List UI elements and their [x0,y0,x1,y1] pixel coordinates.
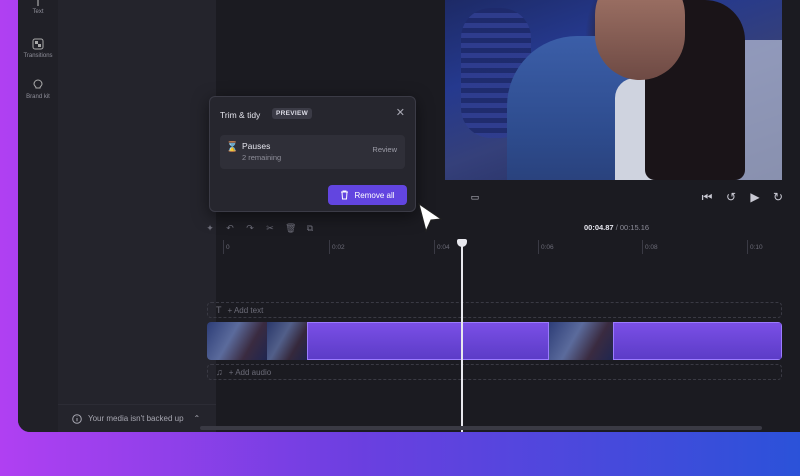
remove-all-button[interactable]: Remove all [328,185,407,205]
video-track[interactable] [207,322,782,360]
timeline-toolbar: ✦ ↶ ↷ ✂ 🗑 ⧉ [205,221,315,235]
mouse-cursor-icon [418,203,443,233]
text-icon [37,0,39,6]
split-icon[interactable]: ✂ [265,223,275,233]
preview-badge: PREVIEW [272,108,313,119]
magic-wand-icon[interactable]: ✦ [205,223,215,233]
timeline-scrollbar[interactable] [200,426,762,430]
timeline-ruler[interactable]: 0 0:02 0:04 0:06 0:08 0:10 [207,240,782,256]
captions-icon[interactable]: ▭ [467,189,483,205]
add-audio-label: + Add audio [228,367,272,377]
backup-text: Your media isn't backed up [88,414,184,423]
remove-all-label: Remove all [354,190,395,200]
play-icon[interactable]: ▶ [747,189,763,205]
video-clip-thumbnail[interactable] [207,322,267,360]
pauses-remaining: 2 remaining [242,153,282,162]
text-track[interactable]: T + Add text [207,302,782,318]
brand-kit-icon [33,79,43,89]
video-clip-thumbnail[interactable] [549,322,613,360]
ruler-tick: 0 [223,240,230,254]
total-time: / 00:15.16 [615,223,650,232]
video-preview[interactable] [445,0,782,180]
pause-highlight-clip[interactable] [307,322,549,360]
playback-controls: ▭ ⏮ ↺ ▶ ↻ [445,184,783,210]
video-clip-thumbnail[interactable] [267,322,307,360]
ruler-tick: 0:08 [642,240,658,254]
add-text-label: + Add text [227,305,264,315]
info-icon [72,413,82,424]
side-panel: Your media isn't backed up ⌃ [58,0,216,432]
trim-tidy-popup: Trim & tidy PREVIEW ✕ ⌛ Pauses 2 remaini… [209,96,416,212]
playhead[interactable] [461,242,463,432]
undo-icon[interactable]: ↶ [225,223,235,233]
rail-item-text[interactable]: Text [18,0,58,15]
forward-5-icon[interactable]: ↻ [770,189,786,205]
delete-icon[interactable]: 🗑 [285,223,296,233]
rewind-5-icon[interactable]: ↺ [723,189,739,205]
hourglass-icon: ⌛ [226,142,239,153]
redo-icon[interactable]: ↷ [245,223,255,233]
audio-track[interactable]: ♫ + Add audio [207,364,782,380]
rail-item-label: Transitions [23,53,53,59]
left-rail: Text Transitions Brand kit [18,0,58,432]
ruler-tick: 0:10 [747,240,763,254]
music-note-icon: ♫ [216,367,223,377]
skip-back-icon[interactable]: ⏮ [699,189,715,205]
ruler-tick: 0:02 [329,240,345,254]
trash-icon [341,190,349,200]
pauses-item[interactable]: ⌛ Pauses 2 remaining Review [220,135,405,169]
close-icon[interactable]: ✕ [396,106,405,119]
review-link[interactable]: Review [372,145,397,154]
pause-highlight-clip[interactable] [613,322,782,360]
timecode: 00:04.87 / 00:15.16 [584,223,649,232]
popup-title: Trim & tidy [220,110,261,120]
rail-item-transitions[interactable]: Transitions [18,38,58,59]
chevron-up-icon: ⌃ [193,414,201,423]
text-track-icon: T [216,305,222,315]
ruler-tick: 0:04 [434,240,450,254]
rail-item-brand-kit[interactable]: Brand kit [18,79,58,100]
transitions-icon [32,38,44,50]
backup-warning[interactable]: Your media isn't backed up ⌃ [58,404,216,432]
rail-item-label: Brand kit [26,94,50,100]
ruler-tick: 0:06 [538,240,554,254]
pauses-title: Pauses [242,141,271,151]
rail-item-label: Text [32,9,44,15]
current-time: 00:04.87 [584,223,614,232]
duplicate-icon[interactable]: ⧉ [305,223,315,233]
